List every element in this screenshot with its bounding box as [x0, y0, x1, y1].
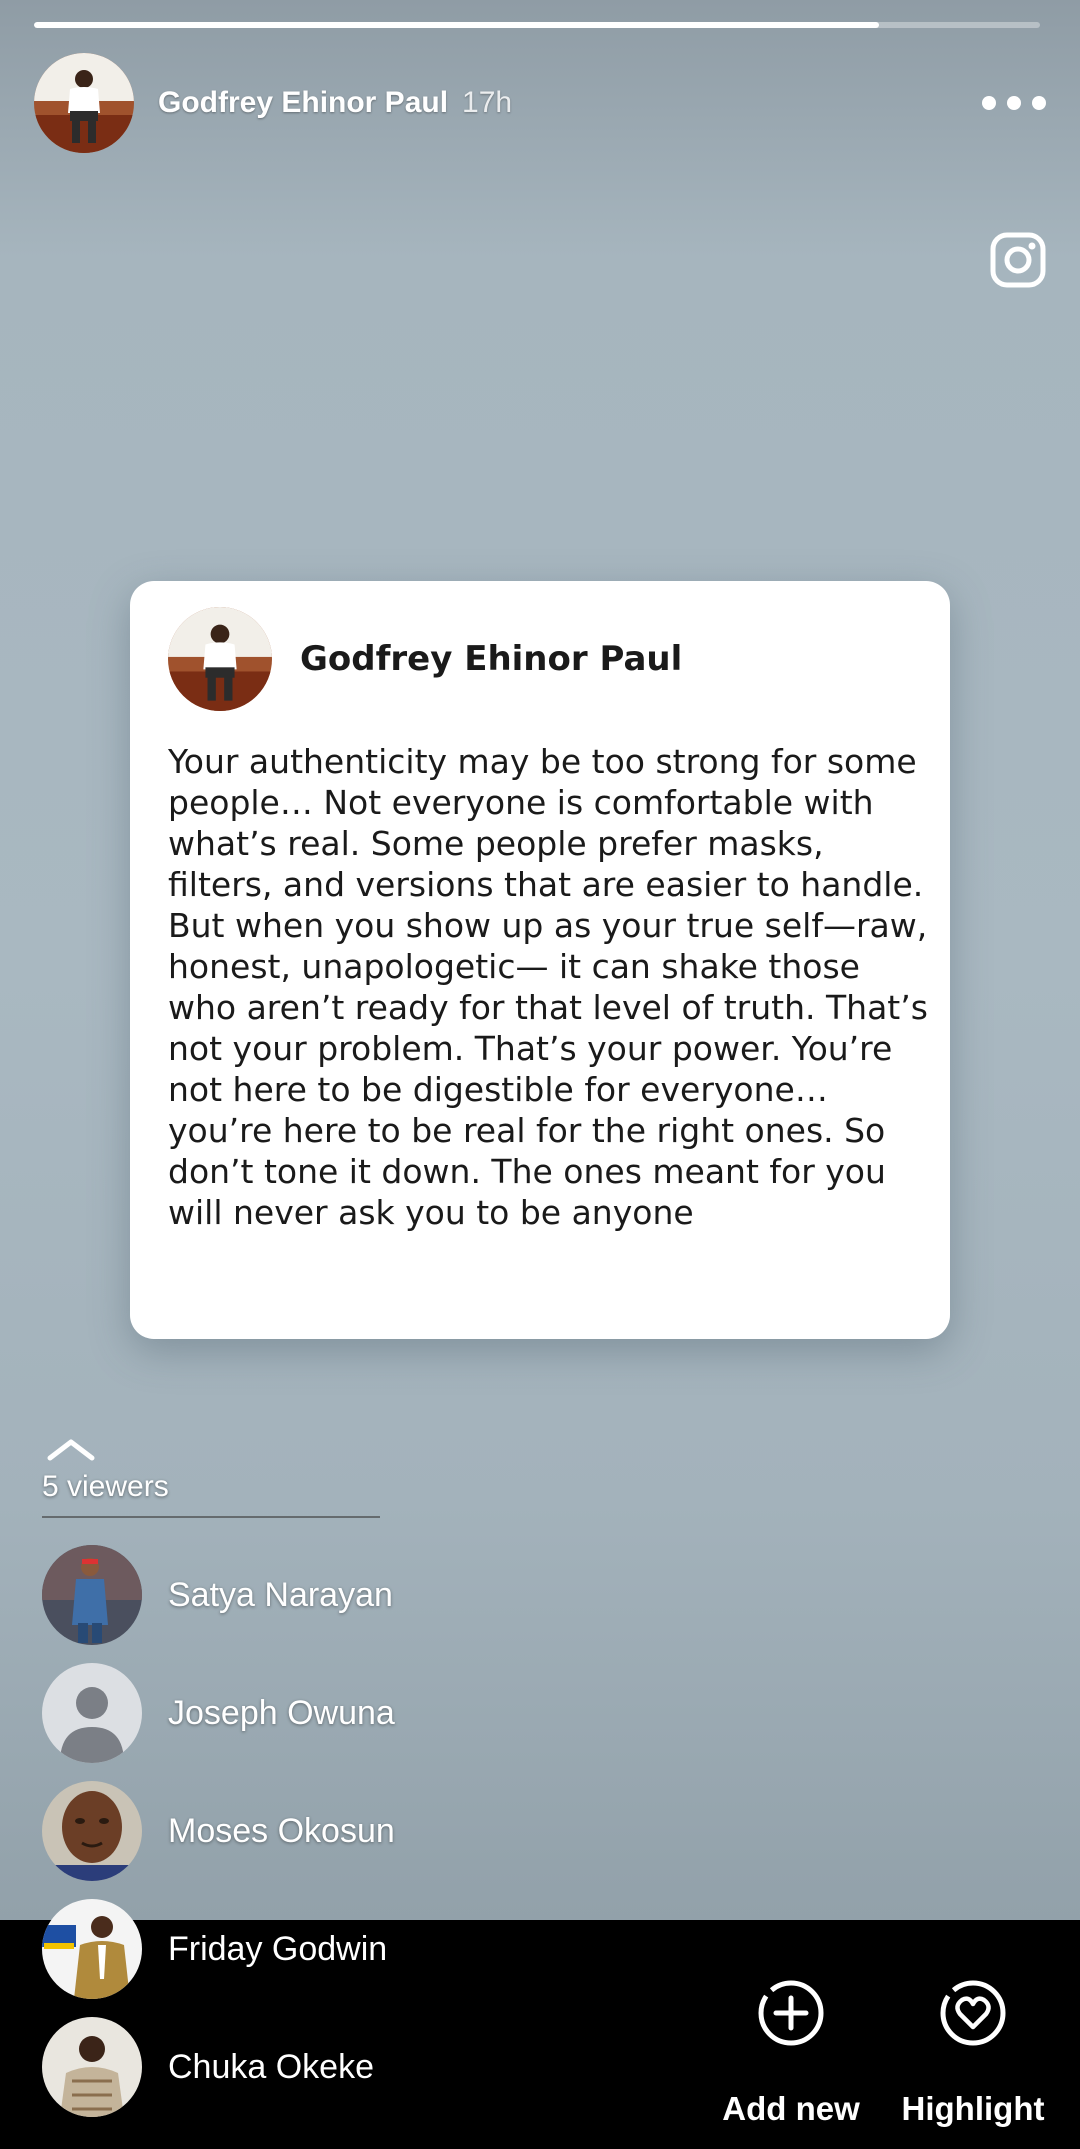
viewer-row-friday-godwin[interactable]: Friday Godwin [42, 1899, 542, 1999]
viewer-avatar [42, 2017, 142, 2117]
more-options-icon[interactable] [982, 83, 1046, 123]
viewer-avatar [42, 1899, 142, 1999]
story-progress-fill [34, 22, 880, 28]
viewer-avatar [42, 1545, 142, 1645]
add-new-label: Add new [722, 2090, 860, 2127]
viewer-row-joseph-owuna[interactable]: Joseph Owuna [42, 1663, 542, 1763]
post-time: 17h [462, 86, 513, 119]
default-avatar-icon [42, 1663, 142, 1763]
card-author-avatar [168, 607, 272, 711]
instagram-icon[interactable] [990, 232, 1046, 288]
viewer-name: Chuka Okeke [168, 2047, 374, 2086]
viewer-row-chuka-okeke[interactable]: Chuka Okeke [42, 2017, 542, 2117]
viewer-row-moses-okosun[interactable]: Moses Okosun [42, 1781, 542, 1881]
author-avatar[interactable] [34, 53, 134, 153]
chevron-up-icon [47, 1439, 95, 1461]
shared-post-card[interactable]: Godfrey Ehinor Paul Your authenticity ma… [130, 581, 950, 1339]
add-circle-icon [758, 1980, 824, 2046]
author-name[interactable]: Godfrey Ehinor Paul [158, 86, 448, 120]
viewer-name: Moses Okosun [168, 1811, 395, 1850]
viewers-toggle[interactable]: 5 viewers [42, 1432, 382, 1518]
viewer-name: Joseph Owuna [168, 1693, 395, 1732]
viewer-avatar [42, 1781, 142, 1881]
add-new-button[interactable]: Add new [716, 1978, 866, 2128]
highlight-button[interactable]: Highlight [898, 1978, 1048, 2128]
story-progress-bar [34, 22, 1040, 28]
story-header: Godfrey Ehinor Paul 17h [34, 53, 1046, 153]
viewer-name: Satya Narayan [168, 1575, 393, 1614]
highlight-label: Highlight [901, 2090, 1045, 2127]
card-header: Godfrey Ehinor Paul [168, 607, 912, 711]
viewer-name: Friday Godwin [168, 1929, 388, 1968]
card-author-name: Godfrey Ehinor Paul [300, 639, 683, 679]
viewers-divider [42, 1516, 380, 1518]
post-text: Your authenticity may be too strong for … [168, 742, 928, 1232]
highlight-heart-icon [940, 1980, 1006, 2046]
viewer-row-satya-narayan[interactable]: Satya Narayan [42, 1545, 542, 1645]
viewers-count: 5 viewers [42, 1470, 169, 1503]
